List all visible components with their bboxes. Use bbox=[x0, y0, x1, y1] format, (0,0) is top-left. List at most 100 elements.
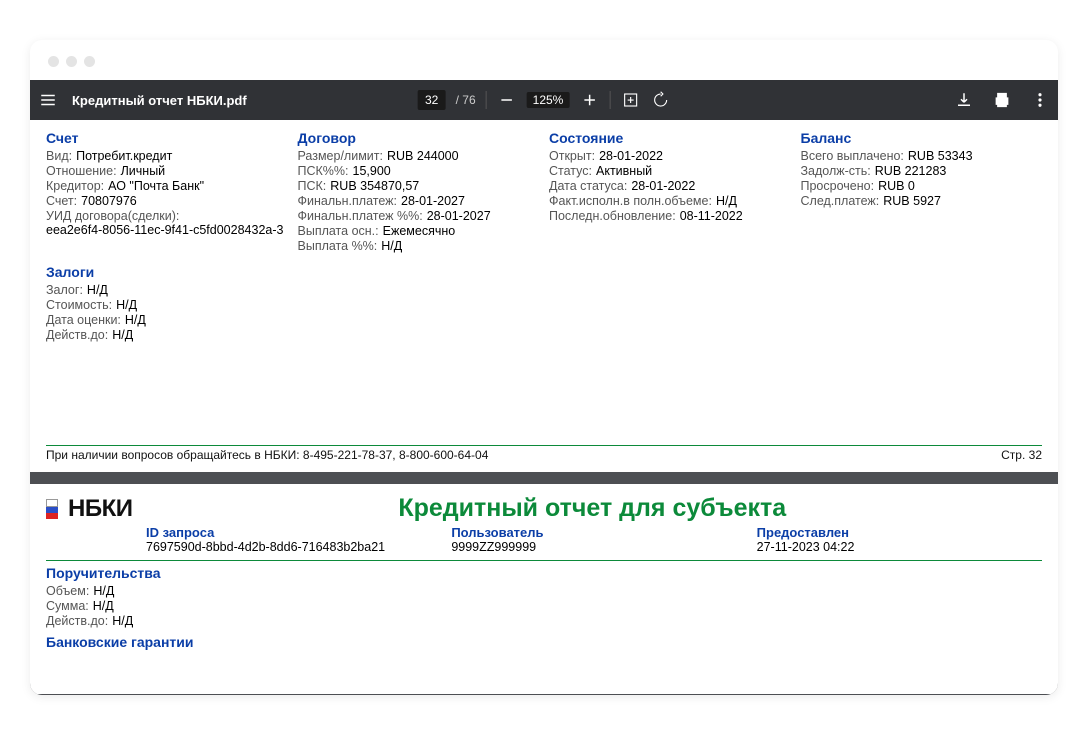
field-value: Н/Д bbox=[87, 283, 108, 297]
field-value: Н/Д bbox=[93, 599, 114, 613]
nbki-logo-text: НБКИ bbox=[68, 495, 132, 523]
field-label: Всего выплачено: bbox=[801, 149, 904, 163]
page-total: / 76 bbox=[456, 93, 476, 107]
field-label: Сумма: bbox=[46, 599, 89, 613]
window-controls bbox=[30, 40, 1058, 80]
field-label: Статус: bbox=[549, 164, 592, 178]
field-label: Действ.до: bbox=[46, 328, 108, 342]
meta-value: 27-11-2023 04:22 bbox=[757, 540, 1042, 554]
field-value: Ежемесячно bbox=[383, 224, 456, 238]
field-label: Отношение: bbox=[46, 164, 117, 178]
field-label: ПСК%%: bbox=[298, 164, 349, 178]
field-value: Н/Д bbox=[716, 194, 737, 208]
field-value: Н/Д bbox=[112, 614, 133, 628]
section-pledges: Залоги Залог:Н/Д Стоимость:Н/Д Дата оцен… bbox=[46, 264, 286, 342]
field-value: eea2e6f4-8056-11ec-9f41-c5fd0028432a-3 bbox=[46, 223, 283, 237]
field-value: Потребит.кредит bbox=[76, 149, 172, 163]
field-label: Выплата осн.: bbox=[298, 224, 379, 238]
field-value: 70807976 bbox=[81, 194, 137, 208]
print-icon[interactable] bbox=[992, 90, 1012, 110]
field-label: Открыт: bbox=[549, 149, 595, 163]
field-value: RUB 0 bbox=[878, 179, 915, 193]
section-guarantees: Поручительства Объем: Н/Д Сумма: Н/Д Дейст… bbox=[46, 565, 1042, 628]
section-balance: Баланс Всего выплачено: RUB 53343 Задолж-… bbox=[801, 130, 1043, 254]
field-label: Размер/лимит: bbox=[298, 149, 384, 163]
field-value: АО "Почта Банк" bbox=[108, 179, 204, 193]
field-value: 28-01-2027 bbox=[427, 209, 491, 223]
divider bbox=[46, 445, 1042, 446]
field-value: RUB 244000 bbox=[387, 149, 459, 163]
field-value: RUB 53343 bbox=[908, 149, 973, 163]
field-value: Н/Д bbox=[112, 328, 133, 342]
menu-icon[interactable] bbox=[38, 90, 58, 110]
pdf-page: НБКИ Кредитный отчет для субъекта ID зап… bbox=[30, 484, 1058, 694]
field-label: Объем: bbox=[46, 584, 89, 598]
pdf-page: Счет Вид: Потребит.кредит Отношение: Личны… bbox=[30, 120, 1058, 472]
window-control-maximize[interactable] bbox=[84, 56, 95, 67]
footer-contact: При наличии вопросов обращайтесь в НБКИ:… bbox=[46, 448, 488, 462]
page-gap bbox=[30, 472, 1058, 484]
field-value: Н/Д bbox=[381, 239, 402, 253]
field-label: Просрочено: bbox=[801, 179, 875, 193]
meta-label: Пользователь bbox=[451, 525, 736, 540]
field-label: Стоимость: bbox=[46, 298, 112, 312]
field-value: Личный bbox=[121, 164, 166, 178]
field-value: 28-01-2022 bbox=[631, 179, 695, 193]
field-label: Задолж-сть: bbox=[801, 164, 871, 178]
section-contract: Договор Размер/лимит:RUB 244000 ПСК%%:15… bbox=[298, 130, 540, 254]
field-value: 28-01-2027 bbox=[401, 194, 465, 208]
section-title: Счет bbox=[46, 130, 288, 146]
pdf-viewport[interactable]: Счет Вид: Потребит.кредит Отношение: Личны… bbox=[30, 120, 1058, 695]
field-label: УИД договора(сделки): bbox=[46, 209, 179, 223]
section-title: Банковские гарантии bbox=[46, 634, 1042, 650]
field-value: Н/Д bbox=[116, 298, 137, 312]
field-label: Вид: bbox=[46, 149, 72, 163]
field-label: Действ.до: bbox=[46, 614, 108, 628]
more-icon[interactable] bbox=[1030, 90, 1050, 110]
footer-page-number: Стр. 32 bbox=[1001, 448, 1042, 462]
field-label: Выплата %%: bbox=[298, 239, 378, 253]
report-title: Кредитный отчет для субъекта bbox=[142, 494, 1042, 523]
zoom-out-icon[interactable] bbox=[497, 90, 517, 110]
zoom-in-icon[interactable] bbox=[579, 90, 599, 110]
window-control-minimize[interactable] bbox=[66, 56, 77, 67]
meta-label: ID запроса bbox=[146, 525, 431, 540]
fit-page-icon[interactable] bbox=[620, 90, 640, 110]
field-value: Н/Д bbox=[93, 584, 114, 598]
browser-window: Кредитный отчет НБКИ.pdf / 76 125% bbox=[30, 40, 1058, 695]
section-title: Баланс bbox=[801, 130, 1043, 146]
field-value: 08-11-2022 bbox=[680, 209, 743, 223]
pdf-toolbar: Кредитный отчет НБКИ.pdf / 76 125% bbox=[30, 80, 1058, 120]
download-icon[interactable] bbox=[954, 90, 974, 110]
meta-value: 9999ZZ999999 bbox=[451, 540, 736, 554]
field-label: ПСК: bbox=[298, 179, 327, 193]
rotate-icon[interactable] bbox=[650, 90, 670, 110]
field-label: Финальн.платеж: bbox=[298, 194, 398, 208]
section-title: Поручительства bbox=[46, 565, 1042, 581]
field-label: Кредитор: bbox=[46, 179, 104, 193]
field-label: Дата статуса: bbox=[549, 179, 627, 193]
field-value: Н/Д bbox=[125, 313, 146, 327]
field-label: Залог: bbox=[46, 283, 83, 297]
section-account: Счет Вид: Потребит.кредит Отношение: Личны… bbox=[46, 130, 288, 254]
meta-label: Предоставлен bbox=[757, 525, 1042, 540]
meta-value: 7697590d-8bbd-4d2b-8dd6-716483b2ba21 bbox=[146, 540, 431, 554]
field-label: Финальн.платеж %%: bbox=[298, 209, 423, 223]
divider bbox=[46, 560, 1042, 561]
field-value: 15,900 bbox=[353, 164, 391, 178]
field-value: Активный bbox=[596, 164, 652, 178]
section-title: Состояние bbox=[549, 130, 791, 146]
toolbar-separator bbox=[486, 91, 487, 109]
field-value: RUB 221283 bbox=[875, 164, 947, 178]
field-label: След.платеж: bbox=[801, 194, 880, 208]
section-title: Залоги bbox=[46, 264, 286, 280]
zoom-level[interactable]: 125% bbox=[527, 92, 570, 108]
nbki-logo-icon bbox=[46, 499, 58, 519]
field-label: Дата оценки: bbox=[46, 313, 121, 327]
field-value: RUB 5927 bbox=[883, 194, 941, 208]
field-label: Факт.исполн.в полн.объеме: bbox=[549, 194, 712, 208]
field-value: 28-01-2022 bbox=[599, 149, 663, 163]
page-number-input[interactable] bbox=[418, 90, 446, 110]
window-control-close[interactable] bbox=[48, 56, 59, 67]
field-label: Последн.обновление: bbox=[549, 209, 676, 223]
